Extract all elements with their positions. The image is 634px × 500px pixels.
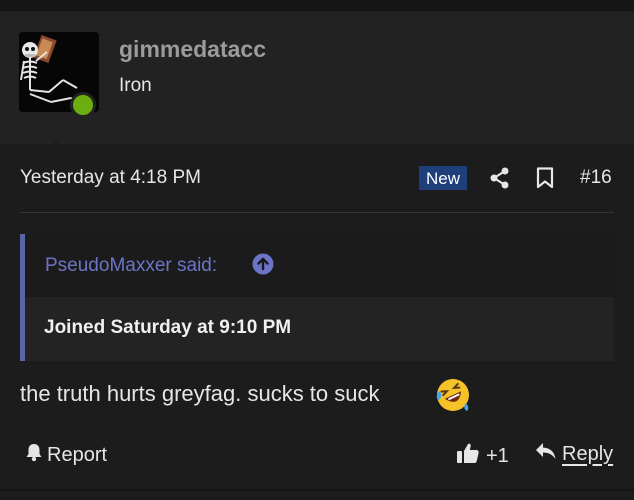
post-bottom-border <box>0 489 634 491</box>
reply-button[interactable]: Reply <box>535 442 613 466</box>
reply-icon <box>535 442 557 466</box>
bell-icon <box>24 442 44 468</box>
rolling-on-floor-laughing-emoji <box>435 377 471 418</box>
quote-block: PseudoMaxxer said: Joined Saturday at 9:… <box>20 234 614 361</box>
user-info-block: gimmedatacc Iron <box>0 11 634 155</box>
quote-text: Joined Saturday at 9:10 PM <box>44 317 292 338</box>
post-message: the truth hurts greyfag. sucks to suck <box>20 381 380 406</box>
reply-label: Reply <box>562 442 614 465</box>
share-icon[interactable] <box>489 167 511 194</box>
post-date[interactable]: Yesterday at 4:18 PM <box>20 167 201 189</box>
online-status-indicator <box>70 92 96 118</box>
report-button[interactable]: Report <box>24 442 107 468</box>
user-title: Iron <box>119 75 152 96</box>
new-badge: New <box>419 166 467 190</box>
like-count: +1 <box>486 444 509 467</box>
divider <box>20 212 614 213</box>
quote-header: PseudoMaxxer said: <box>25 234 614 297</box>
thumbs-up-icon <box>456 442 480 470</box>
report-label: Report <box>47 443 108 466</box>
like-button[interactable]: +1 <box>456 442 509 470</box>
user-block-pointer <box>41 141 71 155</box>
quote-jump-icon[interactable] <box>252 253 274 280</box>
quote-author[interactable]: PseudoMaxxer said: <box>45 255 217 277</box>
post-number-link[interactable]: #16 <box>580 167 612 189</box>
quote-body: Joined Saturday at 9:10 PM <box>25 297 614 361</box>
top-bar <box>0 0 634 11</box>
bookmark-icon[interactable] <box>536 167 554 194</box>
username[interactable]: gimmedatacc <box>119 36 266 63</box>
